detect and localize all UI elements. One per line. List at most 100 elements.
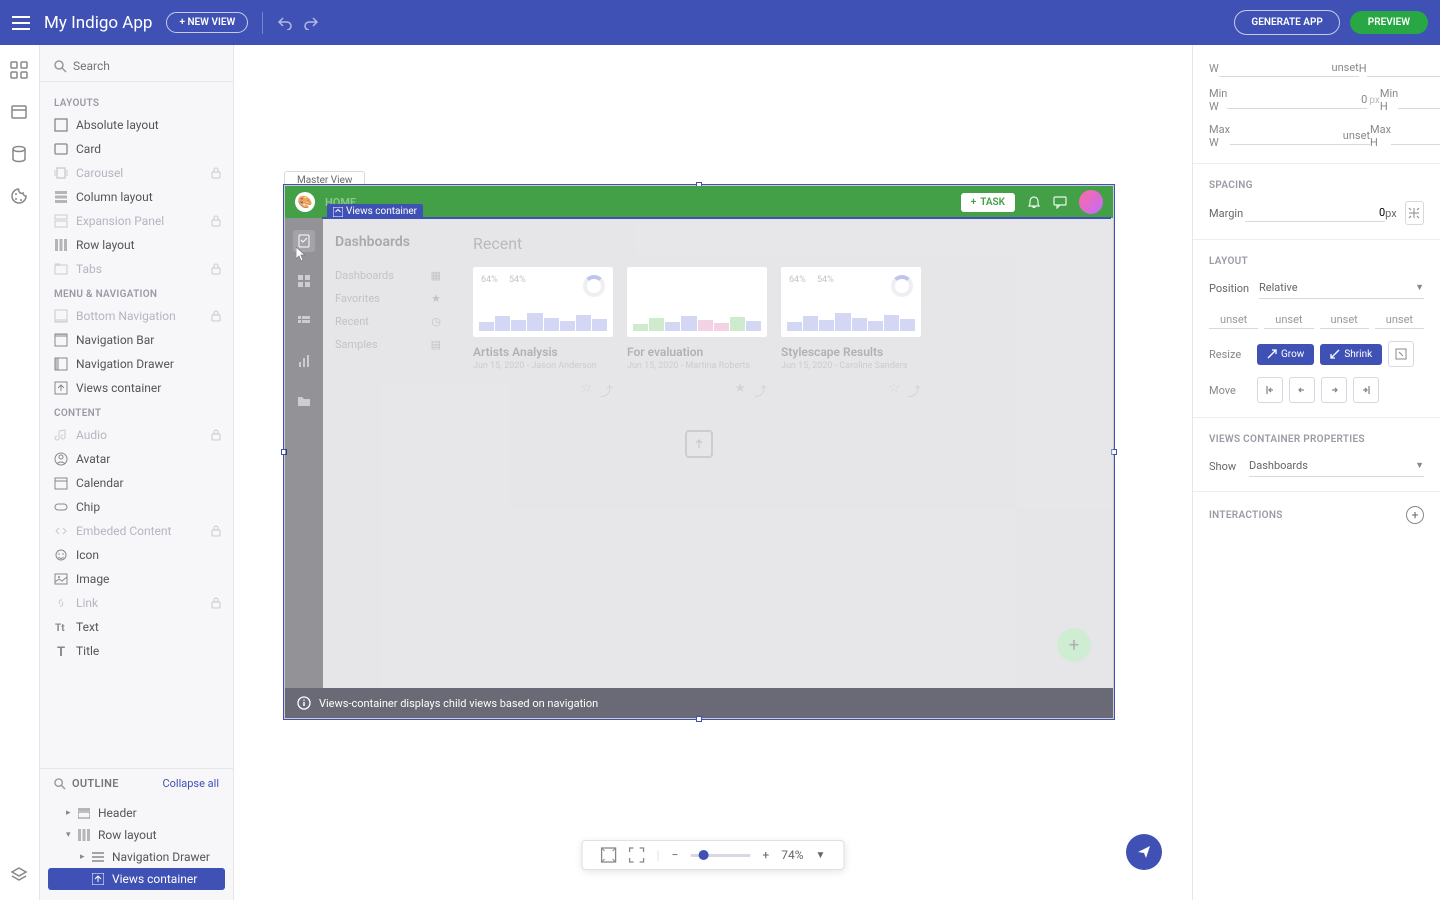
zoom-slider[interactable]: [690, 854, 750, 857]
bell-icon[interactable]: [1027, 195, 1041, 209]
fab-add[interactable]: +: [1057, 628, 1091, 662]
components-icon[interactable]: [10, 61, 30, 81]
pos-top-input[interactable]: [1209, 311, 1258, 329]
move-left-button[interactable]: [1289, 377, 1315, 403]
svg-text:Tt: Tt: [55, 623, 65, 634]
height-input[interactable]: [1367, 59, 1440, 77]
expand-icon[interactable]: [629, 847, 645, 863]
lock-icon: [211, 310, 221, 322]
tree-node-header[interactable]: ▸Header: [48, 802, 225, 824]
dashboard-card[interactable]: 64%54% Stylescape Results Jun 15, 2020 -…: [781, 267, 921, 400]
menu-icon[interactable]: [12, 16, 30, 30]
collapse-all-link[interactable]: Collapse all: [162, 777, 219, 790]
maxw-input[interactable]: [1230, 127, 1370, 145]
chevron-down-icon[interactable]: ▼: [816, 850, 826, 861]
sidebar-item[interactable]: Dashboards▦: [335, 264, 441, 287]
task-button[interactable]: +TASK: [961, 193, 1015, 212]
zoom-in-button[interactable]: +: [762, 848, 769, 862]
main-title: Recent: [473, 234, 1093, 253]
content-item-text[interactable]: TtText: [40, 615, 233, 639]
user-avatar[interactable]: [1079, 190, 1103, 214]
app-sidebar: Dashboards Dashboards▦ Favorites★ Recent…: [323, 218, 453, 688]
maxh-input[interactable]: [1391, 127, 1440, 145]
carousel-icon: [54, 166, 68, 180]
width-input[interactable]: [1219, 59, 1359, 77]
rail-item-grid[interactable]: [293, 270, 315, 292]
views-icon[interactable]: [10, 103, 30, 123]
sidebar-item[interactable]: Favorites★: [335, 287, 441, 310]
share-icon[interactable]: ⤴: [908, 381, 921, 400]
sidebar-item[interactable]: Recent◷: [335, 310, 441, 333]
canvas[interactable]: Master View 🎨 HOME Views container +TASK: [234, 45, 1192, 900]
new-view-button[interactable]: + NEW VIEW: [166, 12, 248, 33]
nav-item-views[interactable]: Views container: [40, 376, 233, 400]
content-item-image[interactable]: Image: [40, 567, 233, 591]
tree-node-row[interactable]: ▾Row layout: [48, 824, 225, 846]
move-right-button[interactable]: [1321, 377, 1347, 403]
send-button[interactable]: [1126, 834, 1162, 870]
sidebar-title: Dashboards: [335, 234, 441, 250]
share-icon[interactable]: ⤴: [754, 381, 767, 400]
share-icon[interactable]: ⤴: [600, 381, 613, 400]
nav-item-drawer[interactable]: Navigation Drawer: [40, 352, 233, 376]
star-icon[interactable]: ☆: [580, 381, 592, 400]
search-field[interactable]: [40, 55, 233, 82]
content-item-avatar[interactable]: Avatar: [40, 447, 233, 471]
calendar-icon: [54, 476, 68, 490]
resize-options-button[interactable]: [1388, 341, 1414, 367]
pos-left-input[interactable]: [1375, 311, 1424, 329]
star-icon[interactable]: ☆: [888, 381, 900, 400]
grow-button[interactable]: Grow: [1257, 344, 1314, 365]
doc-icon: ▤: [431, 338, 441, 351]
content-item-title[interactable]: TTitle: [40, 639, 233, 663]
tree-node-drawer[interactable]: ▸Navigation Drawer: [48, 846, 225, 868]
shrink-button[interactable]: Shrink: [1320, 344, 1382, 365]
search-icon[interactable]: [54, 778, 66, 790]
redo-icon[interactable]: [303, 16, 319, 30]
expand-margin-button[interactable]: [1405, 201, 1424, 225]
margin-input[interactable]: [1245, 204, 1385, 222]
rail-item-folder[interactable]: [293, 390, 315, 412]
search-input[interactable]: [73, 59, 229, 73]
dashboard-card[interactable]: For evaluation Jun 15, 2020 - Martina Ro…: [627, 267, 767, 400]
app-frame[interactable]: 🎨 HOME Views container +TASK: [284, 185, 1114, 719]
tree-node-views-container[interactable]: Views container: [48, 868, 225, 890]
layout-item-card[interactable]: Card: [40, 137, 233, 161]
layouts-heading: LAYOUTS: [40, 90, 233, 113]
zoom-out-button[interactable]: −: [672, 848, 679, 862]
content-item-icon[interactable]: Icon: [40, 543, 233, 567]
data-icon[interactable]: [10, 145, 30, 165]
position-select[interactable]: Relative▼: [1259, 277, 1424, 299]
layout-item-absolute[interactable]: Absolute layout: [40, 113, 233, 137]
layout-item-row[interactable]: Row layout: [40, 233, 233, 257]
rail-item-tasks[interactable]: [293, 230, 315, 252]
preview-button[interactable]: PREVIEW: [1350, 11, 1428, 34]
minw-input[interactable]: [1227, 91, 1367, 109]
pos-right-input[interactable]: [1264, 311, 1313, 329]
rail-item-list[interactable]: [293, 310, 315, 332]
pos-bottom-input[interactable]: [1320, 311, 1369, 329]
nav-item-bar[interactable]: Navigation Bar: [40, 328, 233, 352]
generate-app-button[interactable]: GENERATE APP: [1234, 10, 1339, 35]
move-start-button[interactable]: [1257, 377, 1283, 403]
dashboard-card[interactable]: 64%54% Artists Analysis Jun 15, 2020 - J…: [473, 267, 613, 400]
layers-icon[interactable]: [10, 866, 30, 886]
undo-icon[interactable]: [277, 16, 293, 30]
zoom-value: 74%: [781, 848, 803, 862]
layout-item-expansion: Expansion Panel: [40, 209, 233, 233]
embed-icon: [54, 524, 68, 538]
show-select[interactable]: Dashboards▼: [1249, 455, 1424, 477]
sidebar-item[interactable]: Samples▤: [335, 333, 441, 356]
chat-icon[interactable]: [1053, 195, 1067, 209]
minh-input[interactable]: [1398, 91, 1440, 109]
content-item-chip[interactable]: Chip: [40, 495, 233, 519]
layout-item-column[interactable]: Column layout: [40, 185, 233, 209]
add-interaction-button[interactable]: +: [1406, 506, 1424, 524]
fit-screen-icon[interactable]: [601, 847, 617, 863]
content-item-calendar[interactable]: Calendar: [40, 471, 233, 495]
rail-item-chart[interactable]: [293, 350, 315, 372]
move-end-button[interactable]: [1353, 377, 1379, 403]
theme-icon[interactable]: [10, 187, 30, 207]
star-icon[interactable]: ★: [734, 381, 746, 400]
selection-handle[interactable]: [696, 716, 702, 722]
